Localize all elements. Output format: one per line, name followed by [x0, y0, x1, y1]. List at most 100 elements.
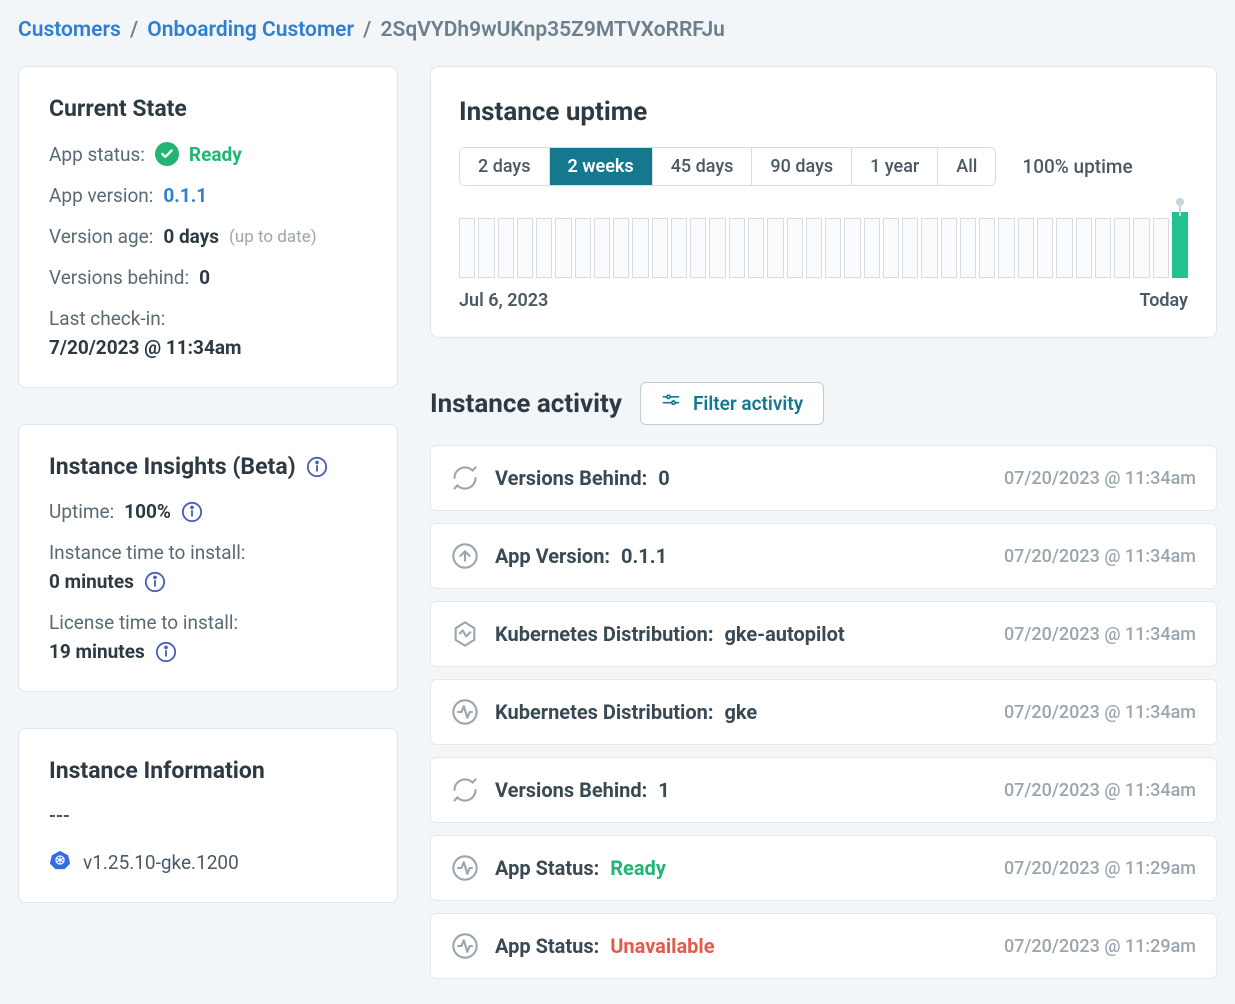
uptime-bar: [806, 218, 822, 278]
current-state-title: Current State: [49, 95, 367, 122]
activity-value: Ready: [605, 856, 666, 880]
insights-title: Instance Insights (Beta): [49, 453, 296, 480]
versions-behind-label: Versions behind:: [49, 266, 189, 289]
activity-value: gke: [720, 700, 758, 724]
uptime-bar: [1056, 218, 1072, 278]
activity-item[interactable]: Versions Behind: 007/20/2023 @ 11:34am: [430, 445, 1217, 511]
activity-value: gke-autopilot: [720, 622, 845, 646]
activity-label: Kubernetes Distribution:: [495, 622, 714, 646]
up-icon: [451, 542, 479, 570]
info-icon[interactable]: [181, 501, 203, 523]
uptime-range-2-days[interactable]: 2 days: [460, 148, 550, 185]
breadcrumb-id: 2SqVYDh9wUKnp35Z9MTVXoRRFJu: [381, 18, 725, 42]
activity-item[interactable]: App Status: Ready 07/20/2023 @ 11:29am: [430, 835, 1217, 901]
info-icon[interactable]: [155, 641, 177, 663]
versions-behind-value: 0: [199, 266, 210, 289]
uptime-chart: [459, 212, 1188, 278]
activity-text: App Version: 0.1.1: [495, 544, 988, 568]
uptime-value: 100%: [124, 500, 171, 523]
activity-time: 07/20/2023 @ 11:34am: [1004, 468, 1196, 489]
activity-item[interactable]: Kubernetes Distribution: gke07/20/2023 @…: [430, 679, 1217, 745]
uptime-range-1-year[interactable]: 1 year: [852, 148, 938, 185]
uptime-bar: [921, 218, 937, 278]
activity-value: 0: [653, 466, 669, 490]
uptime-bar: [1133, 218, 1149, 278]
k8s-version: v1.25.10-gke.1200: [83, 851, 239, 874]
uptime-start-date: Jul 6, 2023: [459, 290, 548, 311]
uptime-bar: [613, 218, 629, 278]
app-version-value[interactable]: 0.1.1: [163, 184, 207, 207]
uptime-bar: [787, 218, 803, 278]
instance-uptime-card: Instance uptime 2 days2 weeks45 days90 d…: [430, 66, 1217, 338]
uptime-bar: [1172, 212, 1188, 278]
uptime-percent-label: 100% uptime: [1022, 155, 1132, 178]
uptime-bar: [998, 218, 1014, 278]
filter-activity-button[interactable]: Filter activity: [640, 382, 824, 425]
license-tti-label: License time to install:: [49, 611, 367, 634]
kubernetes-icon: [49, 849, 71, 876]
instance-tti-label: Instance time to install:: [49, 541, 367, 564]
activity-time: 07/20/2023 @ 11:34am: [1004, 546, 1196, 567]
sync-icon: [451, 464, 479, 492]
uptime-bar: [748, 218, 764, 278]
uptime-bar: [536, 218, 552, 278]
activity-text: App Status: Ready: [495, 856, 988, 880]
pulse-icon: [451, 932, 479, 960]
uptime-bar: [844, 218, 860, 278]
activity-label: App Version:: [495, 544, 610, 568]
uptime-bar: [1095, 218, 1111, 278]
uptime-bar: [864, 218, 880, 278]
instance-information-card: Instance Information --- v1.25.10-gke.12…: [18, 728, 398, 903]
current-state-card: Current State App status: Ready App vers…: [18, 66, 398, 388]
uptime-range-2-weeks[interactable]: 2 weeks: [550, 148, 653, 185]
last-checkin-value: 7/20/2023 @ 11:34am: [49, 336, 367, 359]
uptime-marker-icon: [1176, 198, 1184, 206]
uptime-bar: [1153, 218, 1169, 278]
uptime-range-all[interactable]: All: [938, 148, 995, 185]
activity-value: 0.1.1: [616, 544, 667, 568]
uptime-bar: [825, 218, 841, 278]
uptime-bar: [979, 218, 995, 278]
activity-time: 07/20/2023 @ 11:34am: [1004, 780, 1196, 801]
uptime-range-45-days[interactable]: 45 days: [653, 148, 753, 185]
uptime-bar: [498, 218, 514, 278]
uptime-bar: [883, 218, 899, 278]
uptime-bar: [941, 218, 957, 278]
info-icon[interactable]: [306, 456, 328, 478]
version-age-hint: (up to date): [229, 227, 317, 247]
activity-label: App Status:: [495, 934, 599, 958]
uptime-bar: [555, 218, 571, 278]
activity-item[interactable]: App Version: 0.1.1 07/20/2023 @ 11:34am: [430, 523, 1217, 589]
info-icon[interactable]: [144, 571, 166, 593]
activity-item[interactable]: Versions Behind: 1 07/20/2023 @ 11:34am: [430, 757, 1217, 823]
activity-item[interactable]: App Status: Unavailable07/20/2023 @ 11:2…: [430, 913, 1217, 979]
uptime-range-90-days[interactable]: 90 days: [752, 148, 852, 185]
uptime-label: Uptime:: [49, 500, 114, 523]
activity-time: 07/20/2023 @ 11:29am: [1004, 858, 1196, 879]
uptime-bar: [652, 218, 668, 278]
instance-insights-card: Instance Insights (Beta) Uptime: 100% In…: [18, 424, 398, 692]
uptime-bar: [1037, 218, 1053, 278]
last-checkin-label: Last check-in:: [49, 307, 367, 330]
breadcrumb-onboarding[interactable]: Onboarding Customer: [147, 18, 354, 42]
uptime-bar: [632, 218, 648, 278]
sync-icon: [451, 776, 479, 804]
activity-label: Kubernetes Distribution:: [495, 700, 714, 724]
breadcrumb-customers[interactable]: Customers: [18, 18, 121, 42]
instance-activity-title: Instance activity: [430, 389, 622, 419]
breadcrumb: Customers / Onboarding Customer / 2SqVYD…: [18, 18, 1217, 42]
version-age-label: Version age:: [49, 225, 153, 248]
activity-time: 07/20/2023 @ 11:29am: [1004, 936, 1196, 957]
pulse-icon: [451, 698, 479, 726]
app-status-value: Ready: [189, 143, 242, 166]
instance-tti-value: 0 minutes: [49, 570, 134, 593]
uptime-bar: [575, 218, 591, 278]
activity-text: Versions Behind: 1: [495, 778, 988, 802]
uptime-bar: [671, 218, 687, 278]
uptime-bar: [709, 218, 725, 278]
activity-item[interactable]: Kubernetes Distribution: gke-autopilot07…: [430, 601, 1217, 667]
filter-activity-label: Filter activity: [693, 392, 803, 415]
uptime-bar: [478, 218, 494, 278]
uptime-bar: [594, 218, 610, 278]
uptime-end-date: Today: [1140, 290, 1189, 311]
